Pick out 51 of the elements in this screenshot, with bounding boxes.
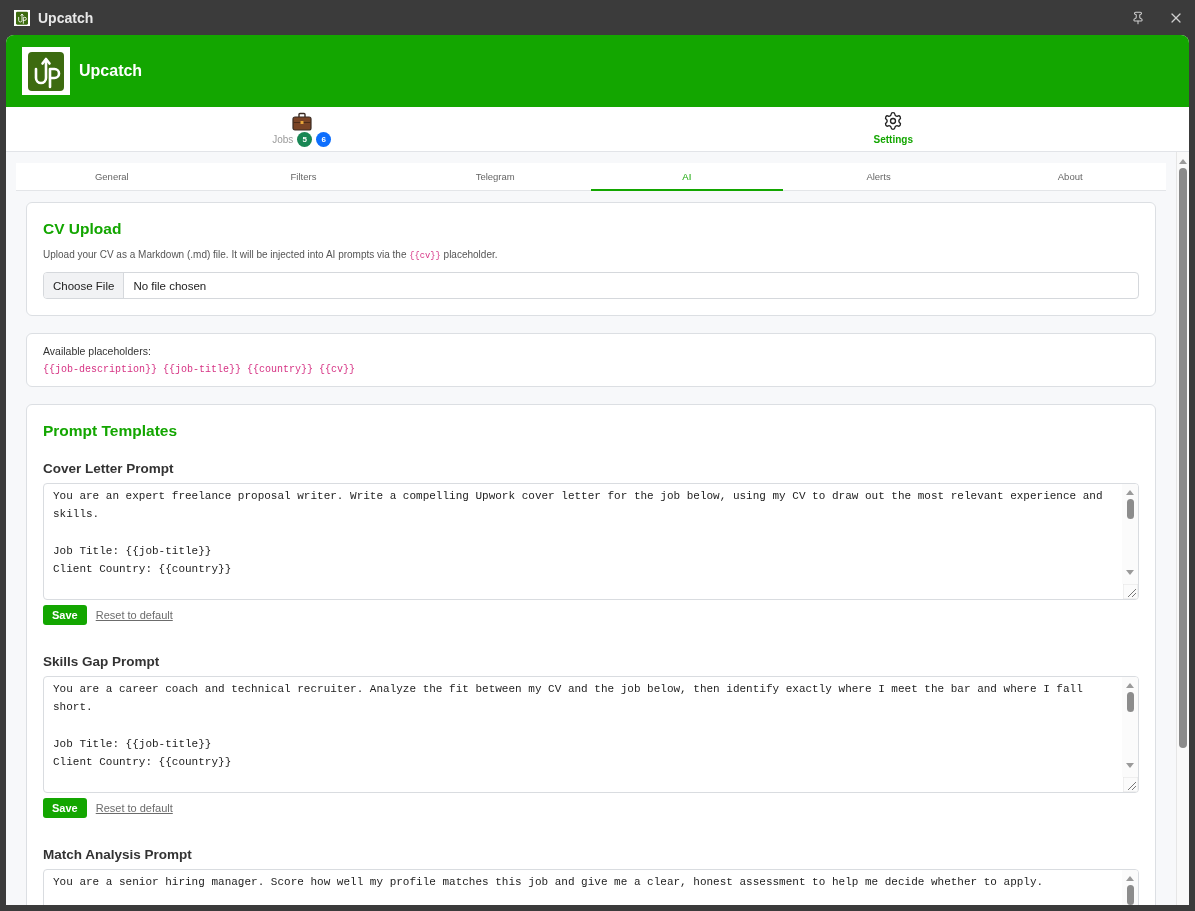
placeholders-label: Available placeholders:: [43, 344, 152, 358]
pin-icon: [1131, 10, 1145, 25]
save-button[interactable]: Save: [43, 605, 87, 625]
placeholder-code: {{job-title}}: [163, 363, 242, 377]
nav-tab[interactable]: Settings: [873, 111, 913, 147]
scrollbar-thumb[interactable]: [1126, 692, 1134, 712]
tab[interactable]: Alerts: [782, 163, 975, 191]
count-badge: 5: [297, 131, 313, 147]
caret-up-icon[interactable]: [1126, 876, 1134, 881]
reset-link[interactable]: Reset to default: [95, 609, 173, 621]
scrollbar[interactable]: [1176, 152, 1189, 905]
file-input[interactable]: Choose File No file chosen: [43, 272, 1139, 299]
placeholder-code: {{cv}}: [319, 363, 356, 377]
resize-grip-icon[interactable]: [1123, 584, 1138, 599]
card-title: CV Upload: [43, 219, 123, 239]
app-logo-icon: [14, 9, 30, 26]
placeholder-code: {{country}}: [247, 363, 314, 377]
scrollbar-thumb[interactable]: [1179, 168, 1187, 748]
caret-up-icon[interactable]: [1126, 683, 1134, 688]
file-status-text: No file chosen: [133, 279, 207, 292]
window-title: Upcatch: [38, 9, 94, 26]
app-title: Upcatch: [79, 62, 143, 80]
prompt-label: Skills Gap Prompt: [43, 653, 161, 671]
count-badge: 6: [316, 131, 332, 147]
tab[interactable]: Telegram: [399, 163, 591, 191]
save-button[interactable]: Save: [43, 798, 87, 818]
tab[interactable]: About: [974, 163, 1167, 191]
resize-grip-icon[interactable]: [1123, 777, 1138, 792]
description-text: Upload your CV as a Markdown (.md) file. It will be injected into AI prompts via the {{cv}} placeholder.: [43, 248, 499, 263]
caret-down-icon[interactable]: [1126, 763, 1134, 768]
settings-icon: [883, 111, 904, 131]
scrollbar-thumb[interactable]: [1126, 499, 1134, 519]
placeholder-code: {{job-description}}: [43, 363, 158, 377]
prompt-textarea[interactable]: You are a senior hiring manager. Score how well my profile matches this job and give me a clear, honest assessment to help me decide whether to apply.: [43, 869, 1139, 905]
card-title: Prompt Templates: [43, 421, 179, 441]
prompt-label: Match Analysis Prompt: [43, 846, 193, 864]
tab[interactable]: General: [16, 163, 208, 191]
choose-file-button[interactable]: Choose File: [44, 273, 125, 298]
prompt-label: Cover Letter Prompt: [43, 460, 175, 478]
briefcase-icon: [291, 111, 312, 131]
tab[interactable]: AI: [591, 163, 783, 191]
logo-icon: [22, 47, 70, 95]
caret-up-icon[interactable]: [1179, 159, 1187, 164]
nav-tab[interactable]: Jobs 5 6: [272, 111, 332, 147]
caret-up-icon[interactable]: [1126, 490, 1134, 495]
prompt-textarea[interactable]: You are an expert freelance proposal writer. Write a compelling Upwork cover letter for the job below, using my CV to draw out the most relevant experience and skills. Job Title: {{job-title}} Client Country: {{country}}: [43, 483, 1139, 600]
scrollbar-thumb[interactable]: [1126, 885, 1134, 905]
prompt-textarea[interactable]: You are a career coach and technical recruiter. Analyze the fit between my CV and the job below, then identify exactly where I meet the bar and where I fall short. Job Title: {{job-title}} Client Country: {{country}}: [43, 676, 1139, 793]
tab[interactable]: Filters: [207, 163, 400, 191]
reset-link[interactable]: Reset to default: [95, 802, 173, 814]
caret-down-icon[interactable]: [1126, 570, 1134, 575]
